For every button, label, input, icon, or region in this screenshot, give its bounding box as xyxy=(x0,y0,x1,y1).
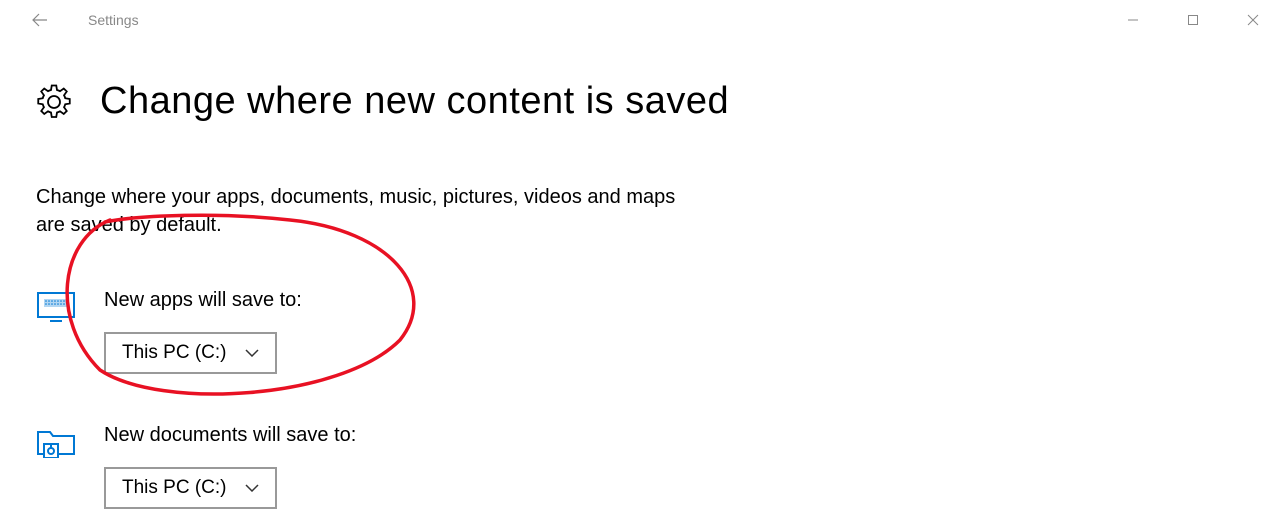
apps-location-value: This PC (C:) xyxy=(122,342,227,364)
page-header: Change where new content is saved xyxy=(36,80,1247,123)
close-button[interactable] xyxy=(1223,0,1283,40)
documents-location-dropdown[interactable]: This PC (C:) xyxy=(104,467,277,509)
app-title: Settings xyxy=(88,12,139,28)
setting-documents-label: New documents will save to: xyxy=(104,424,356,447)
back-arrow-icon xyxy=(31,11,49,29)
gear-icon xyxy=(36,84,72,120)
folder-icon xyxy=(36,426,76,458)
chevron-down-icon xyxy=(245,349,259,357)
chevron-down-icon xyxy=(245,484,259,492)
setting-apps-body: New apps will save to: This PC (C:) xyxy=(104,289,302,374)
documents-location-value: This PC (C:) xyxy=(122,477,227,499)
apps-location-dropdown[interactable]: This PC (C:) xyxy=(104,332,277,374)
back-button[interactable] xyxy=(20,0,60,40)
minimize-icon xyxy=(1127,14,1139,26)
monitor-icon xyxy=(36,291,76,323)
maximize-button[interactable] xyxy=(1163,0,1223,40)
window-controls xyxy=(1103,0,1283,40)
close-icon xyxy=(1247,14,1259,26)
maximize-icon xyxy=(1187,14,1199,26)
content-area: Change where new content is saved Change… xyxy=(0,40,1283,509)
minimize-button[interactable] xyxy=(1103,0,1163,40)
setting-apps-label: New apps will save to: xyxy=(104,289,302,312)
page-description: Change where your apps, documents, music… xyxy=(36,183,686,239)
page-title: Change where new content is saved xyxy=(100,80,729,123)
title-bar: Settings xyxy=(0,0,1283,40)
setting-documents: New documents will save to: This PC (C:) xyxy=(36,424,1247,509)
setting-documents-body: New documents will save to: This PC (C:) xyxy=(104,424,356,509)
setting-apps: New apps will save to: This PC (C:) xyxy=(36,289,1247,374)
